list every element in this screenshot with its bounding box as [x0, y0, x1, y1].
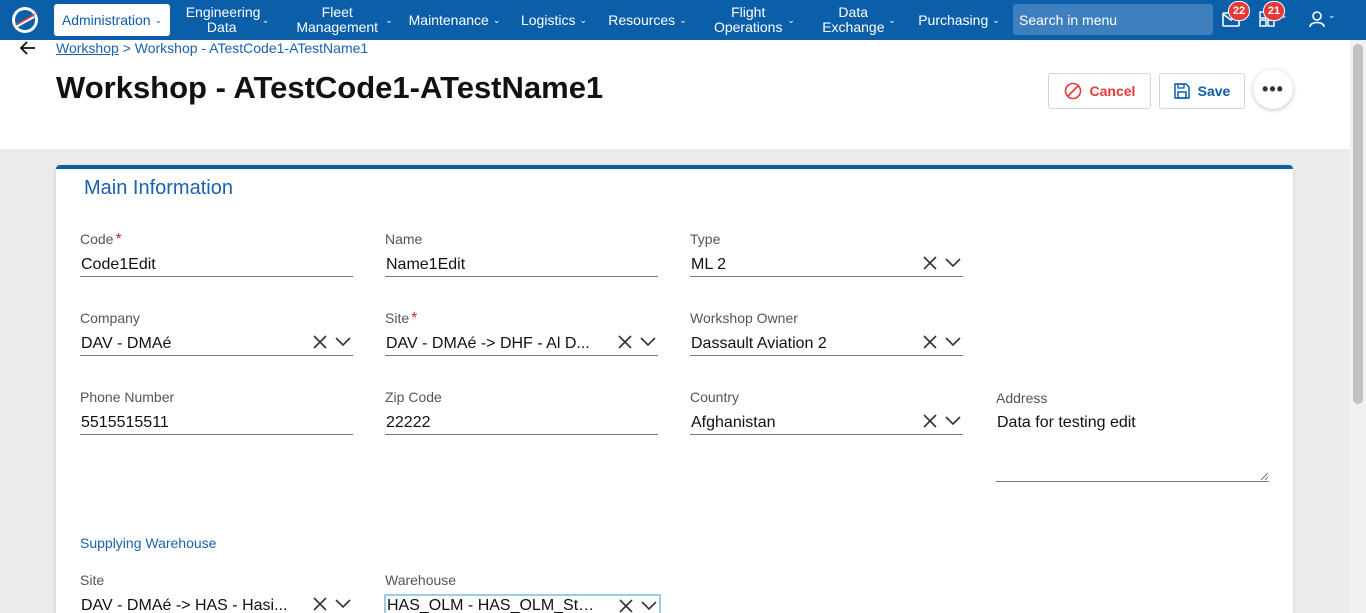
chevron-down-icon: ⌄ [992, 14, 1000, 25]
chevron-down-icon[interactable] [945, 416, 961, 426]
supplying-site-select[interactable]: DAV - DMAé -> HAS - Hasi... [80, 594, 353, 613]
chevron-down-icon: ⌄ [492, 14, 501, 25]
page-scrollbar[interactable] [1350, 40, 1366, 613]
page-title: Workshop - ATestCode1-ATestName1 [56, 70, 604, 105]
nav-administration[interactable]: Administration ⌄ [54, 4, 170, 36]
supplying-site-field: Site DAV - DMAé -> HAS - Hasi... [80, 572, 353, 613]
clear-icon[interactable] [313, 597, 327, 611]
nav-maintenance[interactable]: Maintenance ⌄ [406, 0, 503, 40]
mail-badge: 22 [1228, 1, 1250, 21]
company-select[interactable]: DAV - DMAé [80, 332, 353, 356]
chevron-down-icon[interactable] [640, 337, 656, 347]
chevron-down-icon: ⌄ [385, 14, 393, 25]
chevron-down-icon: ⌄ [1328, 10, 1336, 20]
site-field: Site * DAV - DMAé -> DHF - Al D... [385, 310, 658, 356]
phone-field: Phone Number 5515515511 [80, 389, 353, 435]
code-input[interactable]: Code1Edit [80, 253, 353, 277]
chevron-down-icon: ⌄ [888, 14, 896, 25]
breadcrumb-current: Workshop - ATestCode1-ATestName1 [134, 40, 369, 56]
supplying-warehouse-title: Supplying Warehouse [80, 535, 217, 551]
phone-input[interactable]: 5515515511 [80, 411, 353, 435]
name-field: Name Name1Edit [385, 231, 658, 277]
chevron-down-icon: ⌄ [679, 14, 687, 25]
clear-icon[interactable] [313, 335, 327, 349]
country-select[interactable]: Afghanistan [690, 411, 963, 435]
nav-flight-operations[interactable]: Flight Operations ⌄ [708, 0, 800, 40]
save-icon [1173, 83, 1190, 99]
nav-logistics[interactable]: Logistics ⌄ [518, 0, 590, 40]
chevron-down-icon[interactable] [945, 337, 961, 347]
nav-purchasing[interactable]: Purchasing ⌄ [916, 0, 1002, 40]
menu-search-input[interactable]: Search in menu [1013, 4, 1213, 35]
cancel-button[interactable]: Cancel [1048, 73, 1151, 109]
more-actions-button[interactable]: ••• [1253, 69, 1293, 109]
top-navbar: Administration ⌄ Engineering Data ⌄ Fleet … [0, 0, 1366, 40]
required-marker: * [411, 310, 418, 327]
warehouse-select[interactable]: HAS_OLM - HAS_OLM_Stor... [384, 594, 661, 613]
user-icon[interactable] [1309, 11, 1325, 28]
clear-icon[interactable] [618, 335, 632, 349]
clear-icon[interactable] [923, 335, 937, 349]
section-title: Main Information [84, 177, 233, 199]
country-field: Country Afghanistan [690, 389, 963, 435]
nav-resources[interactable]: Resources ⌄ [605, 0, 690, 40]
breadcrumb-link-workshop[interactable]: Workshop [56, 40, 119, 56]
chevron-down-icon[interactable] [945, 258, 961, 268]
type-select[interactable]: ML 2 [690, 253, 963, 277]
chevron-down-icon: ⌄ [154, 14, 163, 25]
clear-icon[interactable] [923, 414, 937, 428]
workshop-owner-field: Workshop Owner Dassault Aviation 2 [690, 310, 963, 356]
chevron-down-icon: ⌄ [1280, 10, 1288, 20]
code-field: Code * Code1Edit [80, 231, 353, 277]
save-button[interactable]: Save [1159, 73, 1245, 109]
cancel-icon [1064, 82, 1081, 100]
back-arrow-icon[interactable] [20, 41, 36, 55]
nav-data-exchange[interactable]: Data Exchange ⌄ [818, 0, 900, 40]
chevron-down-icon: ⌄ [579, 14, 587, 25]
chevron-down-icon: ⌄ [261, 14, 270, 25]
name-input[interactable]: Name1Edit [385, 253, 658, 277]
app-logo-icon[interactable] [10, 5, 40, 35]
type-field: Type ML 2 [690, 231, 963, 277]
breadcrumb: Workshop > Workshop - ATestCode1-ATestNa… [56, 40, 369, 56]
chevron-down-icon[interactable] [641, 601, 657, 611]
warehouse-field: Warehouse HAS_OLM - HAS_OLM_Stor... [384, 572, 661, 613]
scrollbar-thumb[interactable] [1353, 44, 1363, 404]
required-marker: * [115, 231, 122, 248]
nav-fleet-management[interactable]: Fleet Management ⌄ [288, 0, 398, 40]
workshop-owner-select[interactable]: Dassault Aviation 2 [690, 332, 963, 356]
chevron-down-icon[interactable] [335, 599, 351, 609]
clear-icon[interactable] [923, 256, 937, 270]
chevron-down-icon[interactable] [335, 337, 351, 347]
resize-handle-icon[interactable] [1259, 471, 1269, 481]
nav-engineering-data[interactable]: Engineering Data ⌄ [180, 0, 275, 40]
zip-field: Zip Code 22222 [385, 389, 658, 435]
company-field: Company DAV - DMAé [80, 310, 353, 356]
chevron-down-icon: ⌄ [787, 14, 795, 25]
address-textarea[interactable]: Data for testing edit [996, 412, 1269, 482]
address-field: Address Data for testing edit [996, 390, 1269, 482]
zip-input[interactable]: 22222 [385, 411, 658, 435]
site-select[interactable]: DAV - DMAé -> DHF - Al D... [385, 332, 658, 356]
clear-icon[interactable] [619, 599, 633, 613]
